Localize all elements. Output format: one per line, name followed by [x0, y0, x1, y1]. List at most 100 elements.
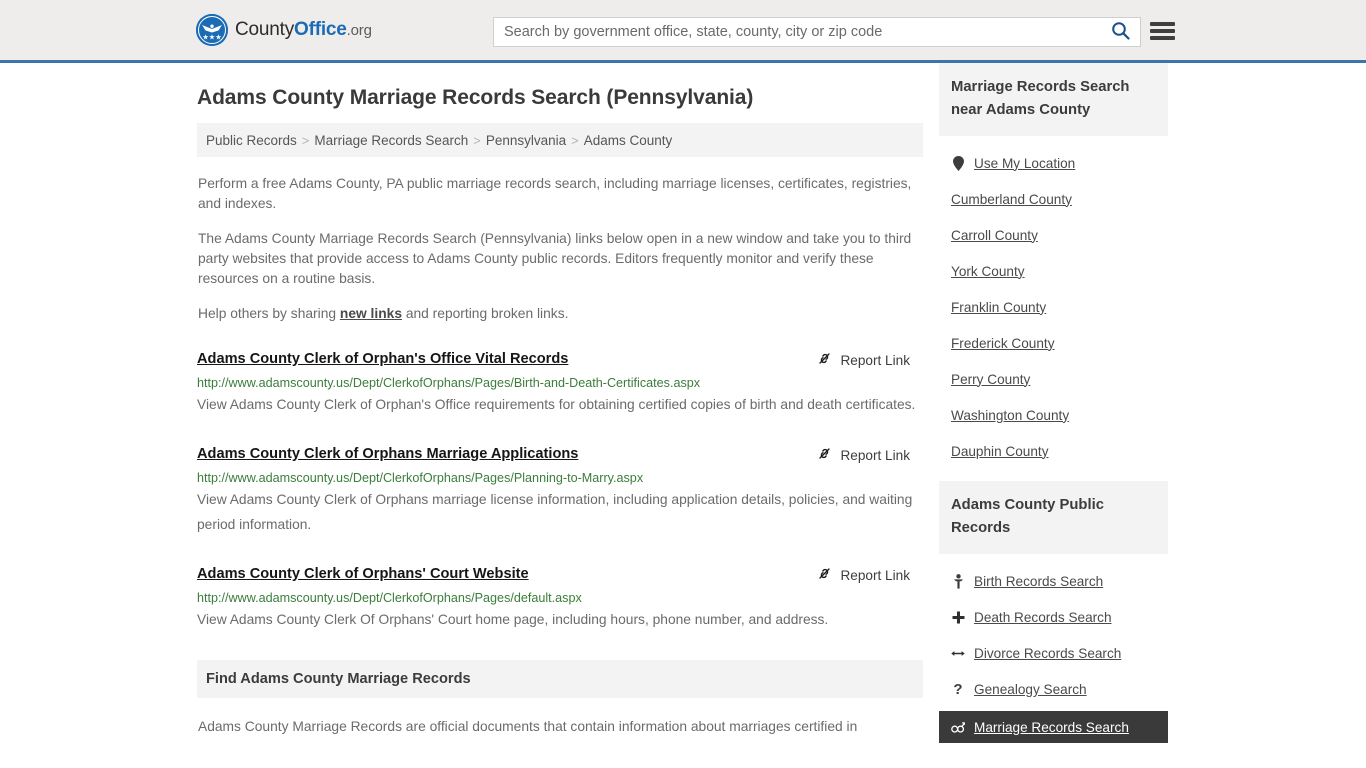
intro-paragraph-2: The Adams County Marriage Records Search… — [198, 231, 912, 286]
intro-paragraph-3: Help others by sharing new links and rep… — [197, 304, 923, 324]
result-description: View Adams County Clerk Of Orphans' Cour… — [197, 612, 829, 627]
sidebar-link-use-my-location[interactable]: Use My Location — [974, 156, 1075, 171]
sidebar-link-death-records-search[interactable]: Death Records Search — [974, 610, 1112, 625]
site-logo-text: CountyOffice.org — [235, 19, 372, 41]
intro-paragraph-1: Perform a free Adams County, PA public m… — [198, 176, 912, 211]
search-input[interactable] — [494, 19, 1100, 45]
sidebar-link-franklin-county[interactable]: Franklin County — [951, 300, 1046, 315]
left-right-arrow-icon — [951, 648, 965, 659]
sidebar-link-washington-county[interactable]: Washington County — [951, 408, 1069, 423]
brand-part-org: .org — [346, 22, 372, 39]
report-link-label: Report Link — [840, 352, 910, 368]
baby-icon — [951, 573, 965, 589]
sidebar-link-york-county[interactable]: York County — [951, 264, 1025, 279]
find-records-heading: Find Adams County Marriage Records — [197, 660, 923, 698]
intro-text: Perform a free Adams County, PA public m… — [197, 174, 923, 324]
public-records-box: Adams County Public Records Birth Record… — [939, 481, 1168, 743]
report-link-button[interactable]: Report Link — [817, 351, 910, 369]
result-description: View Adams County Clerk of Orphans marri… — [197, 492, 913, 532]
cross-icon — [951, 611, 965, 624]
nearby-search-box: Marriage Records Search near Adams Count… — [939, 63, 1168, 469]
sidebar: Marriage Records Search near Adams Count… — [939, 63, 1168, 751]
find-records-body: Adams County Marriage Records are offici… — [198, 719, 858, 734]
report-link-button[interactable]: Report Link — [817, 446, 910, 464]
result-title-link[interactable]: Adams County Clerk of Orphans' Court Web… — [197, 565, 529, 583]
sidebar-link-cumberland-county[interactable]: Cumberland County — [951, 192, 1072, 207]
result-url[interactable]: http://www.adamscounty.us/Dept/ClerkofOr… — [197, 376, 923, 391]
sidebar-link-dauphin-county[interactable]: Dauphin County — [951, 444, 1049, 459]
result-title-link[interactable]: Adams County Clerk of Orphan's Office Vi… — [197, 350, 568, 368]
sidebar-item-genealogy-search[interactable]: ? Genealogy Search — [939, 671, 1168, 707]
breadcrumb-item-marriage-records-search[interactable]: Marriage Records Search — [314, 133, 468, 148]
question-mark-icon: ? — [953, 680, 963, 698]
breadcrumb-item-public-records[interactable]: Public Records — [206, 133, 297, 148]
result-item: Adams County Clerk of Orphans' Court Web… — [197, 565, 923, 632]
sidebar-link-carroll-county[interactable]: Carroll County — [951, 228, 1038, 243]
sidebar-item-york-county[interactable]: York County — [939, 253, 1168, 289]
sidebar-item-frederick-county[interactable]: Frederick County — [939, 325, 1168, 361]
result-description: View Adams County Clerk of Orphan's Offi… — [197, 397, 916, 412]
sidebar-item-washington-county[interactable]: Washington County — [939, 397, 1168, 433]
nearby-county-list: Use My Location Cumberland County Carrol… — [939, 136, 1168, 469]
breadcrumb-item-pennsylvania[interactable]: Pennsylvania — [486, 133, 566, 148]
breadcrumb-separator: > — [571, 132, 579, 148]
brand-part-county: County — [235, 19, 295, 40]
site-logo[interactable]: ★★★ CountyOffice.org — [196, 14, 372, 46]
page-title: Adams County Marriage Records Search (Pe… — [197, 86, 754, 109]
report-link-label: Report Link — [840, 567, 910, 583]
sidebar-item-use-my-location[interactable]: Use My Location — [939, 145, 1168, 181]
broken-link-icon — [817, 351, 832, 369]
nearby-search-heading: Marriage Records Search near Adams Count… — [939, 63, 1168, 136]
sidebar-item-divorce-records-search[interactable]: Divorce Records Search — [939, 635, 1168, 671]
sidebar-item-birth-records-search[interactable]: Birth Records Search — [939, 563, 1168, 599]
sidebar-link-perry-county[interactable]: Perry County — [951, 372, 1030, 387]
intro-p3-before: Help others by sharing — [198, 306, 340, 321]
result-url[interactable]: http://www.adamscounty.us/Dept/ClerkofOr… — [197, 471, 923, 486]
sidebar-link-marriage-records-search[interactable]: Marriage Records Search — [974, 720, 1129, 735]
sidebar-link-genealogy-search[interactable]: Genealogy Search — [974, 682, 1087, 697]
sidebar-link-divorce-records-search[interactable]: Divorce Records Search — [974, 646, 1121, 661]
results-list: Adams County Clerk of Orphan's Office Vi… — [197, 350, 923, 632]
breadcrumb: Public Records > Marriage Records Search… — [197, 123, 923, 157]
svg-text:★★★: ★★★ — [202, 33, 221, 42]
sidebar-item-marriage-records-search[interactable]: Marriage Records Search — [939, 711, 1168, 743]
report-link-label: Report Link — [840, 447, 910, 463]
result-item: Adams County Clerk of Orphan's Office Vi… — [197, 350, 923, 417]
sidebar-item-death-records-search[interactable]: Death Records Search — [939, 599, 1168, 635]
public-records-heading: Adams County Public Records — [939, 481, 1168, 554]
menu-bar-3 — [1150, 36, 1175, 40]
result-url[interactable]: http://www.adamscounty.us/Dept/ClerkofOr… — [197, 591, 923, 606]
sidebar-item-dauphin-county[interactable]: Dauphin County — [939, 433, 1168, 469]
sidebar-item-cumberland-county[interactable]: Cumberland County — [939, 181, 1168, 217]
map-pin-icon — [951, 155, 965, 171]
site-header: ★★★ CountyOffice.org — [0, 0, 1366, 63]
public-records-list: Birth Records Search Death Records Searc… — [939, 554, 1168, 743]
search-icon — [1111, 21, 1130, 43]
main-content: Adams County Marriage Records Search (Pe… — [197, 63, 923, 737]
breadcrumb-separator: > — [473, 132, 481, 148]
broken-link-icon — [817, 446, 832, 464]
sidebar-item-franklin-county[interactable]: Franklin County — [939, 289, 1168, 325]
broken-link-icon — [817, 566, 832, 584]
menu-bar-2 — [1150, 29, 1175, 33]
report-link-button[interactable]: Report Link — [817, 566, 910, 584]
sidebar-link-frederick-county[interactable]: Frederick County — [951, 336, 1055, 351]
hamburger-menu-icon[interactable] — [1150, 20, 1175, 42]
intro-p3-after: and reporting broken links. — [402, 306, 569, 321]
breadcrumb-separator: > — [301, 132, 310, 148]
brand-part-office: Office — [294, 19, 347, 40]
list-spacer — [939, 136, 1168, 145]
page-body: Adams County Marriage Records Search (Pe… — [0, 63, 1366, 751]
result-item: Adams County Clerk of Orphans Marriage A… — [197, 445, 923, 537]
breadcrumb-item-adams-county[interactable]: Adams County — [584, 133, 673, 148]
sidebar-item-perry-county[interactable]: Perry County — [939, 361, 1168, 397]
new-links-link[interactable]: new links — [340, 306, 402, 321]
sidebar-link-birth-records-search[interactable]: Birth Records Search — [974, 574, 1103, 589]
sidebar-item-carroll-county[interactable]: Carroll County — [939, 217, 1168, 253]
search-bar — [493, 17, 1141, 47]
eagle-seal-icon: ★★★ — [196, 14, 228, 46]
list-spacer — [939, 554, 1168, 563]
search-button[interactable] — [1100, 18, 1140, 46]
result-title-link[interactable]: Adams County Clerk of Orphans Marriage A… — [197, 445, 578, 463]
male-female-icon — [951, 721, 965, 734]
